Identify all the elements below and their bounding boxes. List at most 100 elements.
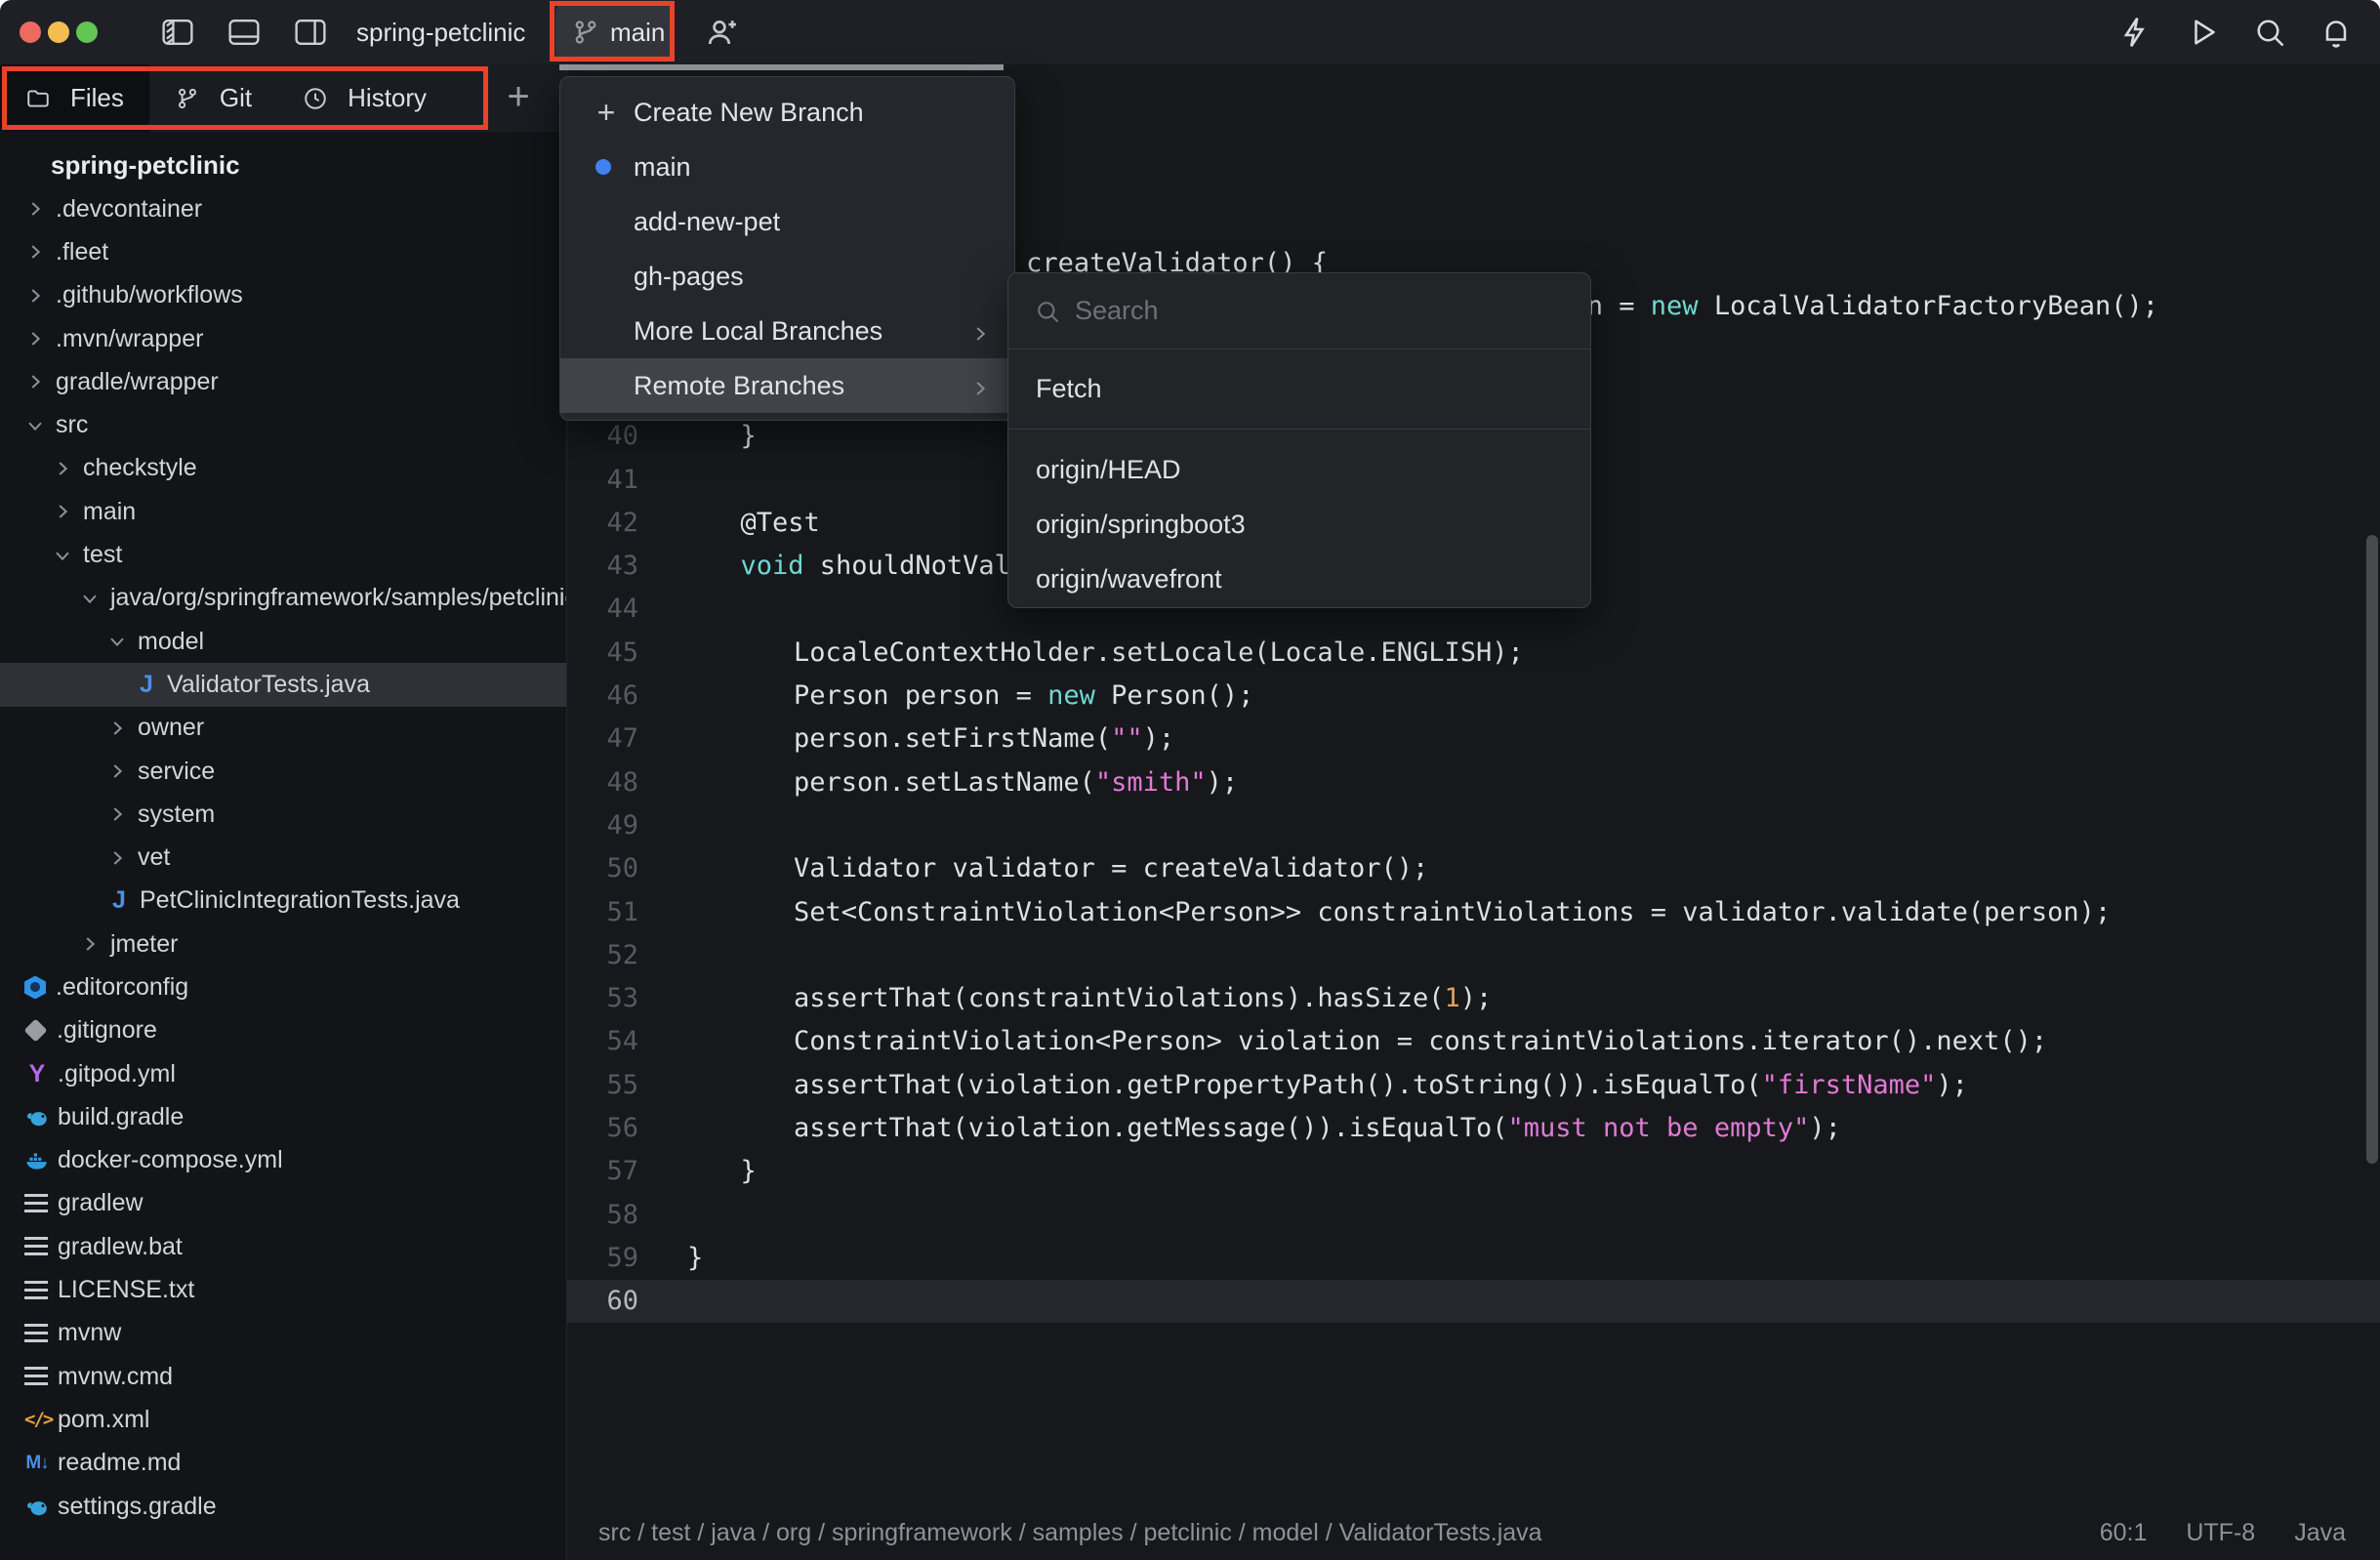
code-line-56[interactable]: 56 assertThat(violation.getMessage()).isE… [567,1107,2380,1150]
window-zoom-button[interactable] [76,21,98,43]
menu-item-fetch[interactable]: Fetch [1008,349,1590,430]
window-minimize-button[interactable] [48,21,69,43]
search-icon[interactable] [2252,15,2287,50]
tree-item-model[interactable]: model [0,620,566,663]
menu-item-label: More Local Branches [634,315,883,346]
code-line-46[interactable]: 46 Person person = new Person(); [567,675,2380,718]
tree-item--editorconfig[interactable]: .editorconfig [0,965,566,1008]
text-file-icon [24,1367,48,1387]
code-line-57[interactable]: 57} [567,1150,2380,1193]
code-line-55[interactable]: 55 assertThat(violation.getPropertyPath()… [567,1064,2380,1107]
tree-item-gradlew-bat[interactable]: gradlew.bat [0,1225,566,1268]
tree-item-service[interactable]: service [0,750,566,793]
tree-item--mvn-wrapper[interactable]: .mvn/wrapper [0,317,566,360]
tree-item-java-org-springframework-samples-petclinic[interactable]: java/org/springframework/samples/petclin… [0,577,566,620]
code-line-45[interactable]: 45 LocaleContextHolder.setLocale(Locale.E… [567,632,2380,675]
toggle-bottom-dock-icon[interactable] [227,17,261,48]
code-line-52[interactable]: 52 [567,934,2380,977]
add-panel-tab-button[interactable]: + [502,77,535,116]
tree-item-label: java/org/springframework/samples/petclin… [110,584,566,612]
tree-item-gradlew[interactable]: gradlew [0,1182,566,1225]
tab-git[interactable]: Git [149,64,277,132]
tree-item--github-workflows[interactable]: .github/workflows [0,274,566,317]
line-number: 47 [606,723,638,755]
tree-item-settings-gradle[interactable]: settings.gradle [0,1485,566,1528]
tree-item--gitignore[interactable]: .gitignore [0,1009,566,1052]
menu-item-origin-wavefront[interactable]: origin/wavefront [1008,552,1590,606]
tree-item-build-gradle[interactable]: build.gradle [0,1095,566,1138]
line-number: 50 [606,853,638,884]
menu-item-main[interactable]: main [560,140,1014,194]
code-line-60[interactable]: 60 [567,1280,2380,1324]
tree-item-readme-md[interactable]: M↓ readme.md [0,1442,566,1485]
branch-search-input[interactable]: Search [1075,296,1159,326]
tree-item--devcontainer[interactable]: .devcontainer [0,187,566,230]
tree-item-mvnw[interactable]: mvnw [0,1312,566,1355]
tabbar-scroll-indicator [559,64,1004,70]
menu-item-gh-pages[interactable]: gh-pages [560,249,1014,304]
menu-item-more-local-branches[interactable]: More Local Branches [560,304,1014,358]
code-line-59[interactable]: 59} [567,1237,2380,1280]
code-line-51[interactable]: 51 Set<ConstraintViolation<Person>> const… [567,891,2380,934]
tree-item-mvnw-cmd[interactable]: mvnw.cmd [0,1355,566,1398]
breadcrumb[interactable]: src / test / java / org / springframewor… [598,1519,1542,1547]
tree-item-docker-compose-yml[interactable]: docker-compose.yml [0,1139,566,1182]
toggle-right-dock-icon[interactable] [294,17,327,48]
menu-item-label: main [634,151,691,182]
add-collaborator-icon[interactable] [705,15,740,50]
window-close-button[interactable] [20,21,41,43]
chevron-right-icon [79,933,101,955]
java-file-icon: J [140,670,153,698]
tree-item-license-txt[interactable]: LICENSE.txt [0,1268,566,1311]
project-root-label[interactable]: spring-petclinic [0,143,566,187]
tree-item-checkstyle[interactable]: checkstyle [0,447,566,490]
tree-item-label: service [138,757,216,785]
tree-item-label: .gitignore [57,1016,157,1045]
code-line-50[interactable]: 50 Validator validator = createValidator(… [567,847,2380,890]
editor-scrollbar[interactable] [2366,535,2378,1164]
code-line-48[interactable]: 48 person.setLastName("smith"); [567,761,2380,804]
tree-item-gradle-wrapper[interactable]: gradle/wrapper [0,360,566,403]
menu-item-origin-head[interactable]: origin/HEAD [1008,442,1590,497]
tree-item-src[interactable]: src [0,403,566,446]
menu-item-label: Create New Branch [634,97,864,127]
tree-item-pom-xml[interactable]: </> pom.xml [0,1398,566,1441]
cursor-position[interactable]: 60:1 [2100,1519,2148,1547]
tree-item-petclinicintegrationtests-java[interactable]: J PetClinicIntegrationTests.java [0,880,566,923]
line-number: 59 [606,1242,638,1273]
branch-search-row[interactable]: Search [1008,273,1590,349]
code-line-47[interactable]: 47 person.setFirstName(""); [567,718,2380,760]
menu-item-origin-springboot3[interactable]: origin/springboot3 [1008,497,1590,552]
code-line-49[interactable]: 49 [567,804,2380,847]
tree-item-jmeter[interactable]: jmeter [0,923,566,965]
tree-item-label: PetClinicIntegrationTests.java [140,886,460,915]
window-title[interactable]: spring-petclinic [356,0,525,64]
run-icon[interactable] [2186,15,2221,50]
code-line-54[interactable]: 54 ConstraintViolation<Person> violation … [567,1020,2380,1063]
encoding-indicator[interactable]: UTF-8 [2186,1519,2255,1547]
line-number: 49 [606,809,638,841]
tree-item-owner[interactable]: owner [0,707,566,750]
tab-files[interactable]: Files [0,64,149,132]
tab-history[interactable]: History [277,64,452,132]
tree-item-system[interactable]: system [0,793,566,836]
tree-item-validatortests-java[interactable]: J ValidatorTests.java [0,663,566,707]
code-line-58[interactable]: 58 [567,1194,2380,1237]
tree-item-main[interactable]: main [0,490,566,533]
code-line-53[interactable]: 53 assertThat(constraintViolations).hasSi… [567,977,2380,1020]
tab-git-label: Git [219,83,253,112]
menu-item-remote-branches[interactable]: Remote Branches [560,358,1014,413]
tree-item-label: vet [138,843,171,872]
menu-item-add-new-pet[interactable]: add-new-pet [560,194,1014,249]
menu-item-create-new-branch[interactable]: + Create New Branch [560,85,1014,140]
tree-item-label: gradlew.bat [58,1232,183,1260]
bell-icon[interactable] [2318,15,2354,50]
zap-icon[interactable] [2117,15,2153,50]
language-indicator[interactable]: Java [2294,1519,2346,1547]
tree-item--fleet[interactable]: .fleet [0,230,566,273]
tree-item--gitpod-yml[interactable]: Y .gitpod.yml [0,1052,566,1095]
branch-switcher-button[interactable]: main [555,4,673,61]
tree-item-test[interactable]: test [0,533,566,576]
toggle-left-dock-icon[interactable] [161,17,194,48]
tree-item-vet[interactable]: vet [0,836,566,879]
